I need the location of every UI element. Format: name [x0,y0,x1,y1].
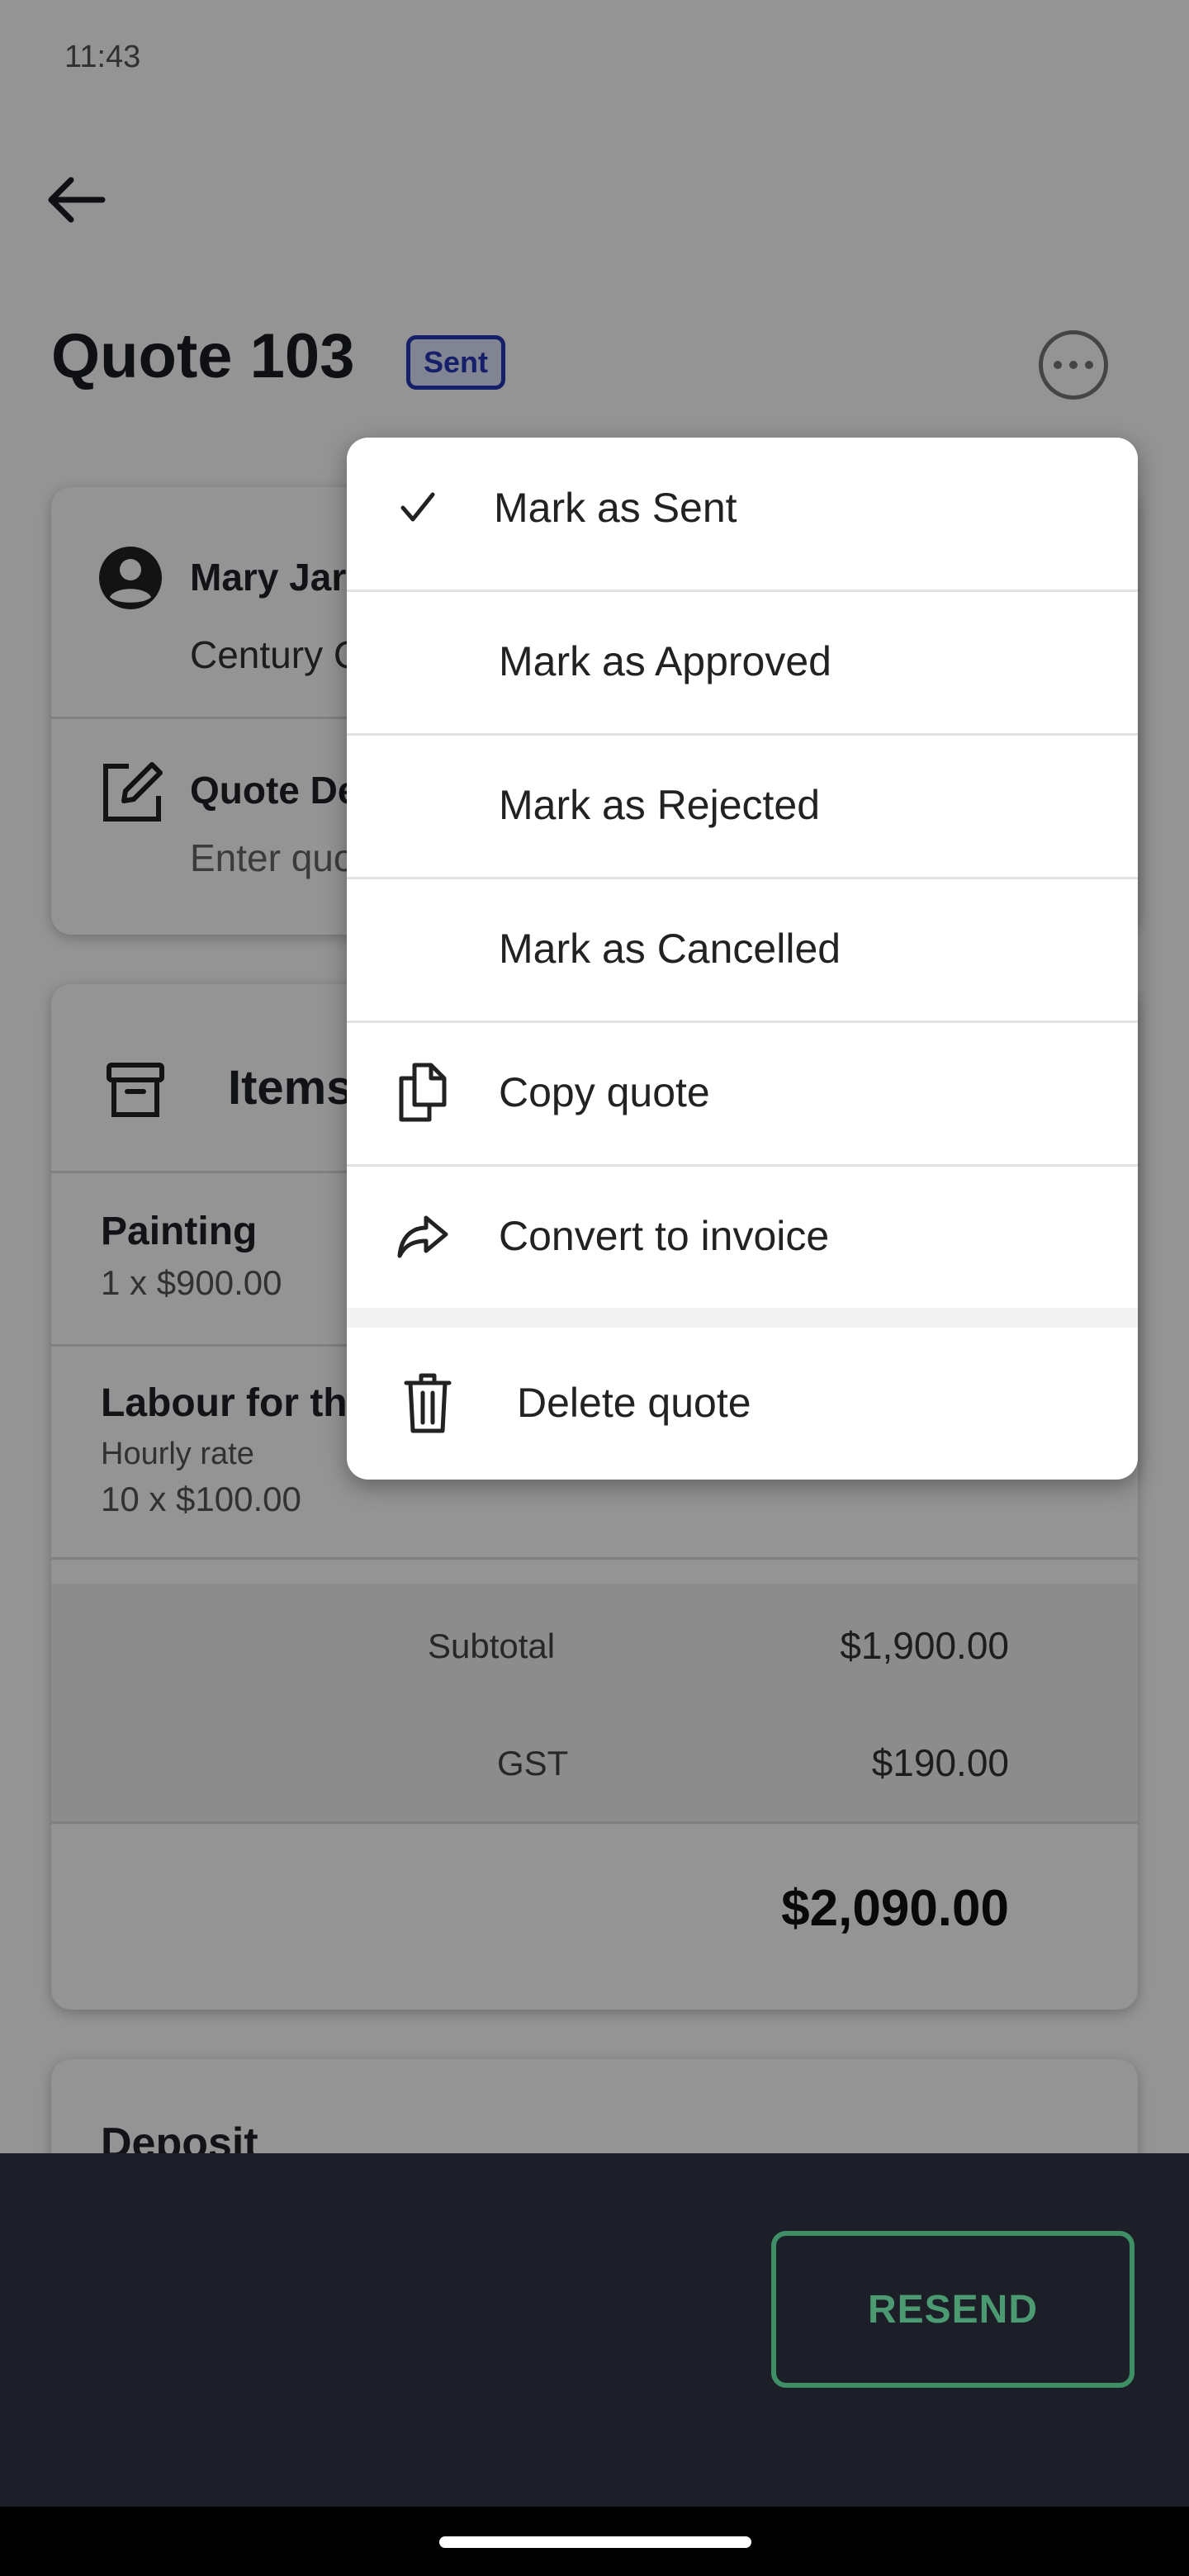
menu-item-convert-invoice[interactable]: Convert to invoice [347,1166,1138,1306]
menu-item-mark-approved[interactable]: Mark as Approved [347,591,1138,732]
menu-item-mark-sent[interactable]: Mark as Sent [347,438,1138,578]
menu-item-mark-cancelled[interactable]: Mark as Cancelled [347,878,1138,1019]
trash-icon [404,1373,452,1433]
menu-item-label: Copy quote [499,1069,710,1115]
menu-item-mark-rejected[interactable]: Mark as Rejected [347,735,1138,875]
menu-item-label: Convert to invoice [499,1213,830,1259]
menu-item-label: Mark as Approved [499,638,831,684]
quote-actions-menu: Mark as Sent Mark as Approved Mark as Re… [347,438,1138,1480]
menu-item-copy-quote[interactable]: Copy quote [347,1022,1138,1163]
resend-button[interactable]: RESEND [771,2231,1135,2388]
menu-item-label: Mark as Rejected [499,782,821,828]
menu-item-label: Mark as Sent [494,485,737,531]
quote-screen: 11:43 Quote 103 Sent Mary Jar Century C … [0,0,1189,2576]
menu-section-gap [347,1308,1138,1328]
menu-item-label: Mark as Cancelled [499,926,841,972]
share-arrow-icon [397,1215,448,1258]
check-icon [400,492,435,522]
home-indicator[interactable] [439,2536,751,2548]
copy-icon [399,1063,447,1122]
menu-item-label: Delete quote [517,1380,751,1426]
menu-item-delete-quote[interactable]: Delete quote [347,1326,1138,1480]
